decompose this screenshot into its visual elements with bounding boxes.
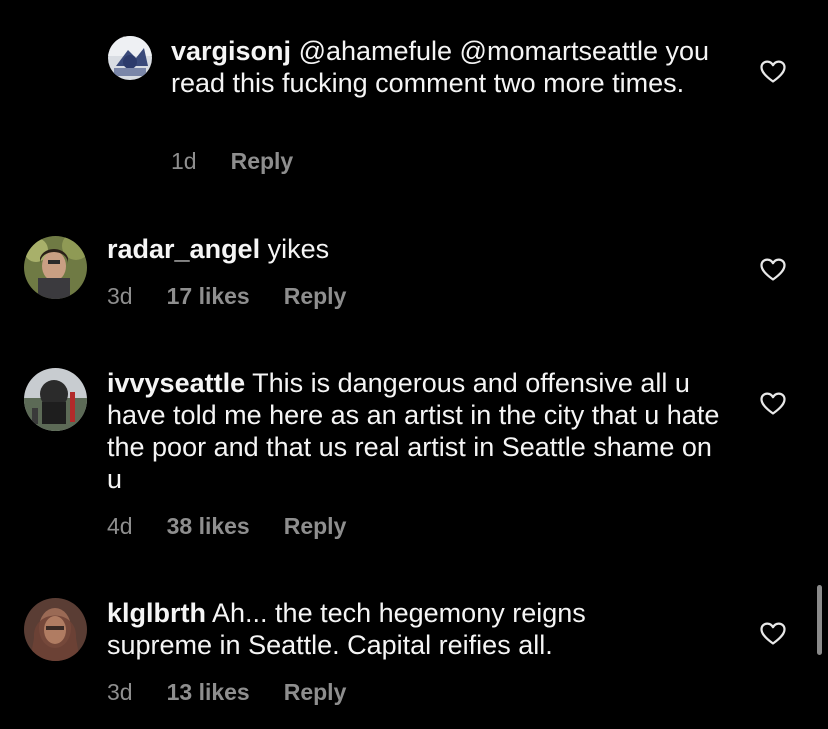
comment-username[interactable]: vargisonj: [171, 36, 291, 66]
comment-text: klglbrth Ah... the tech hegemony reigns …: [107, 597, 687, 661]
reply-button[interactable]: Reply: [284, 283, 347, 309]
scrollbar[interactable]: [817, 585, 822, 655]
avatar[interactable]: [108, 36, 152, 80]
likes-count[interactable]: 13 likes: [167, 679, 250, 705]
comment-meta: 1d Reply: [171, 147, 293, 175]
comment-text: ivvyseattle This is dangerous and offens…: [107, 367, 727, 495]
user-avatar-photo-icon: [108, 36, 152, 80]
likes-count[interactable]: 17 likes: [167, 283, 250, 309]
comment-text: vargisonj @ahamefule @momartseattle you …: [171, 35, 731, 99]
comment-text: radar_angel yikes: [107, 233, 727, 265]
avatar[interactable]: [24, 236, 87, 299]
comment-username[interactable]: klglbrth: [107, 598, 206, 628]
comment-body: yikes: [267, 234, 330, 264]
heart-outline-icon[interactable]: [760, 622, 786, 646]
user-avatar-photo-icon: [24, 236, 87, 299]
likes-count[interactable]: 38 likes: [167, 513, 250, 539]
heart-outline-icon[interactable]: [760, 258, 786, 282]
avatar[interactable]: [24, 598, 87, 661]
reply-button[interactable]: Reply: [284, 513, 347, 539]
reply-button[interactable]: Reply: [284, 679, 347, 705]
comment-meta: 4d 38 likes Reply: [107, 512, 346, 540]
comment-time: 3d: [107, 283, 133, 309]
user-avatar-photo-icon: [24, 368, 87, 431]
comment-username[interactable]: radar_angel: [107, 234, 260, 264]
reply-button[interactable]: Reply: [231, 148, 294, 174]
comment-time: 1d: [171, 148, 197, 174]
heart-outline-icon[interactable]: [760, 60, 786, 84]
heart-outline-icon[interactable]: [760, 392, 786, 416]
avatar[interactable]: [24, 368, 87, 431]
comment-username[interactable]: ivvyseattle: [107, 368, 245, 398]
comment-time: 3d: [107, 679, 133, 705]
comment-meta: 3d 13 likes Reply: [107, 678, 346, 706]
comment-meta: 3d 17 likes Reply: [107, 282, 346, 310]
user-avatar-photo-icon: [24, 598, 87, 661]
comment-time: 4d: [107, 513, 133, 539]
